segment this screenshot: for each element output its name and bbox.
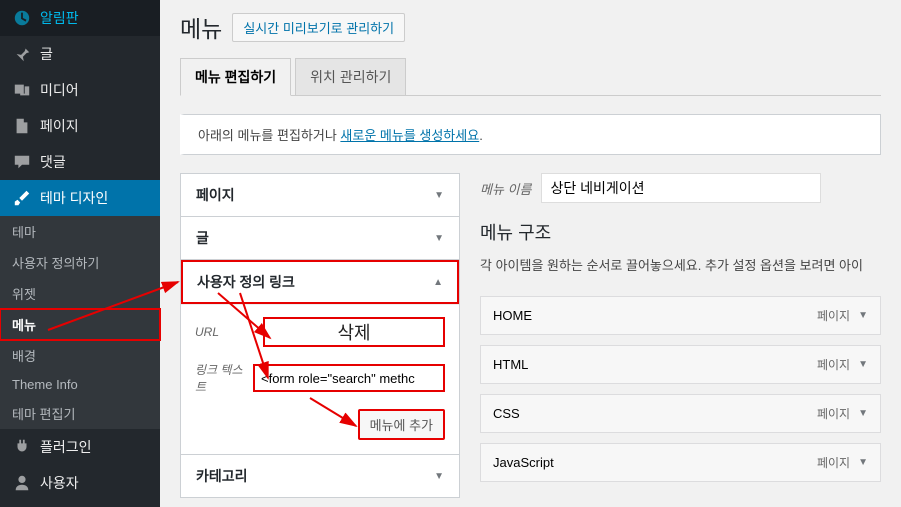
menu-item-label: HTML xyxy=(493,357,528,372)
sidebar-sub-themeinfo[interactable]: Theme Info xyxy=(0,371,160,398)
accordion-label: 사용자 정의 링크 xyxy=(197,272,295,292)
menu-item-label: CSS xyxy=(493,406,520,421)
sidebar-item-plugins[interactable]: 플러그인 xyxy=(0,429,160,465)
sidebar-item-comments[interactable]: 댓글 xyxy=(0,144,160,180)
add-to-menu-button[interactable]: 메뉴에 추가 xyxy=(358,409,445,440)
menu-item-label: JavaScript xyxy=(493,455,554,470)
sidebar-label: 글 xyxy=(40,44,53,64)
accordion-label: 페이지 xyxy=(196,185,235,205)
accordion-label: 글 xyxy=(196,228,209,248)
tab-edit-menus[interactable]: 메뉴 편집하기 xyxy=(180,58,291,96)
structure-desc: 각 아이템을 원하는 순서로 끌어놓으세요. 추가 설정 옵션을 보려면 아이 xyxy=(480,255,881,274)
chevron-up-icon: ▲ xyxy=(433,277,443,288)
dashboard-icon xyxy=(12,8,32,28)
page-icon xyxy=(12,116,32,136)
chevron-down-icon: ▼ xyxy=(858,359,868,370)
menu-item-type: 페이지▼ xyxy=(817,405,868,422)
live-preview-button[interactable]: 실시간 미리보기로 관리하기 xyxy=(232,13,405,42)
sidebar-item-media[interactable]: 미디어 xyxy=(0,72,160,108)
tab-manage-locations[interactable]: 위치 관리하기 xyxy=(295,58,406,95)
sidebar-label: 댓글 xyxy=(40,152,66,172)
chevron-down-icon: ▼ xyxy=(858,310,868,321)
menu-name-label: 메뉴 이름 xyxy=(480,179,531,198)
brush-icon xyxy=(12,188,32,208)
sidebar-label: 알림판 xyxy=(40,8,79,28)
chevron-down-icon: ▼ xyxy=(434,233,444,244)
notice-text: 아래의 메뉴를 편집하거나 xyxy=(198,128,340,143)
accordion-header-pages[interactable]: 페이지 ▼ xyxy=(181,174,459,216)
comment-icon xyxy=(12,152,32,172)
menu-item-type: 페이지▼ xyxy=(817,356,868,373)
sidebar-submenu: 테마 사용자 정의하기 위젯 메뉴 배경 Theme Info 테마 편집기 xyxy=(0,216,160,429)
sidebar-sub-widgets[interactable]: 위젯 xyxy=(0,278,160,309)
page-title: 메뉴 xyxy=(180,10,222,44)
menu-name-input[interactable] xyxy=(541,173,821,203)
sidebar-label: 사용자 xyxy=(40,473,79,493)
accordion-custom-links: 사용자 정의 링크 ▲ URL 삭제 링크 텍스트 메뉴에 추가 xyxy=(180,259,460,455)
sidebar-item-appearance[interactable]: 테마 디자인 xyxy=(0,180,160,216)
create-menu-link[interactable]: 새로운 메뉴를 생성하세요 xyxy=(340,128,479,143)
sidebar-label: 테마 디자인 xyxy=(40,188,108,208)
sidebar-item-posts[interactable]: 글 xyxy=(0,36,160,72)
user-icon xyxy=(12,473,32,493)
plugin-icon xyxy=(12,437,32,457)
edit-notice: 아래의 메뉴를 편집하거나 새로운 메뉴를 생성하세요. xyxy=(180,114,881,155)
accordion-pages: 페이지 ▼ xyxy=(180,173,460,217)
custom-link-text-input[interactable] xyxy=(253,364,445,392)
chevron-down-icon: ▼ xyxy=(434,471,444,482)
sidebar-item-dashboard[interactable]: 알림판 xyxy=(0,0,160,36)
accordion-label: 카테고리 xyxy=(196,466,248,486)
sidebar-label: 플러그인 xyxy=(40,437,92,457)
custom-links-panel: URL 삭제 링크 텍스트 메뉴에 추가 xyxy=(181,304,459,454)
menu-item[interactable]: CSS 페이지▼ xyxy=(480,394,881,433)
chevron-down-icon: ▼ xyxy=(434,190,444,201)
admin-sidebar: 알림판 글 미디어 페이지 댓글 테마 디자인 테마 사용자 정의하기 위젯 메… xyxy=(0,0,160,507)
menu-item[interactable]: HOME 페이지▼ xyxy=(480,296,881,335)
sidebar-item-pages[interactable]: 페이지 xyxy=(0,108,160,144)
sidebar-label: 미디어 xyxy=(40,80,79,100)
media-icon xyxy=(12,80,32,100)
sidebar-sub-background[interactable]: 배경 xyxy=(0,340,160,371)
menu-item-type: 페이지▼ xyxy=(817,454,868,471)
chevron-down-icon: ▼ xyxy=(858,408,868,419)
accordion-posts: 글 ▼ xyxy=(180,216,460,260)
menu-item[interactable]: JavaScript 페이지▼ xyxy=(480,443,881,482)
menu-item-type: 페이지▼ xyxy=(817,307,868,324)
accordion-header-custom-links[interactable]: 사용자 정의 링크 ▲ xyxy=(181,260,459,304)
nav-tabs: 메뉴 편집하기 위치 관리하기 xyxy=(180,58,881,96)
sidebar-sub-editor[interactable]: 테마 편집기 xyxy=(0,398,160,429)
chevron-down-icon: ▼ xyxy=(858,457,868,468)
sidebar-item-users[interactable]: 사용자 xyxy=(0,465,160,501)
add-items-column: 페이지 ▼ 글 ▼ 사용자 정의 링크 ▲ URL 삭제 xyxy=(180,173,460,497)
menu-structure-column: 메뉴 이름 메뉴 구조 각 아이템을 원하는 순서로 끌어놓으세요. 추가 설정… xyxy=(480,173,881,497)
sidebar-sub-menus[interactable]: 메뉴 xyxy=(0,309,160,340)
sidebar-sub-themes[interactable]: 테마 xyxy=(0,216,160,247)
accordion-header-posts[interactable]: 글 ▼ xyxy=(181,217,459,259)
pin-icon xyxy=(12,44,32,64)
sidebar-sub-customize[interactable]: 사용자 정의하기 xyxy=(0,247,160,278)
url-label: URL xyxy=(195,325,255,339)
main-content: 메뉴 실시간 미리보기로 관리하기 메뉴 편집하기 위치 관리하기 아래의 메뉴… xyxy=(160,0,901,507)
custom-link-url-input[interactable]: 삭제 xyxy=(263,317,445,347)
menu-item-label: HOME xyxy=(493,308,532,323)
accordion-categories: 카테고리 ▼ xyxy=(180,454,460,498)
accordion-header-categories[interactable]: 카테고리 ▼ xyxy=(181,455,459,497)
structure-title: 메뉴 구조 xyxy=(480,219,881,245)
sidebar-label: 페이지 xyxy=(40,116,79,136)
link-text-label: 링크 텍스트 xyxy=(195,361,245,395)
notice-text-after: . xyxy=(479,128,483,143)
menu-item[interactable]: HTML 페이지▼ xyxy=(480,345,881,384)
